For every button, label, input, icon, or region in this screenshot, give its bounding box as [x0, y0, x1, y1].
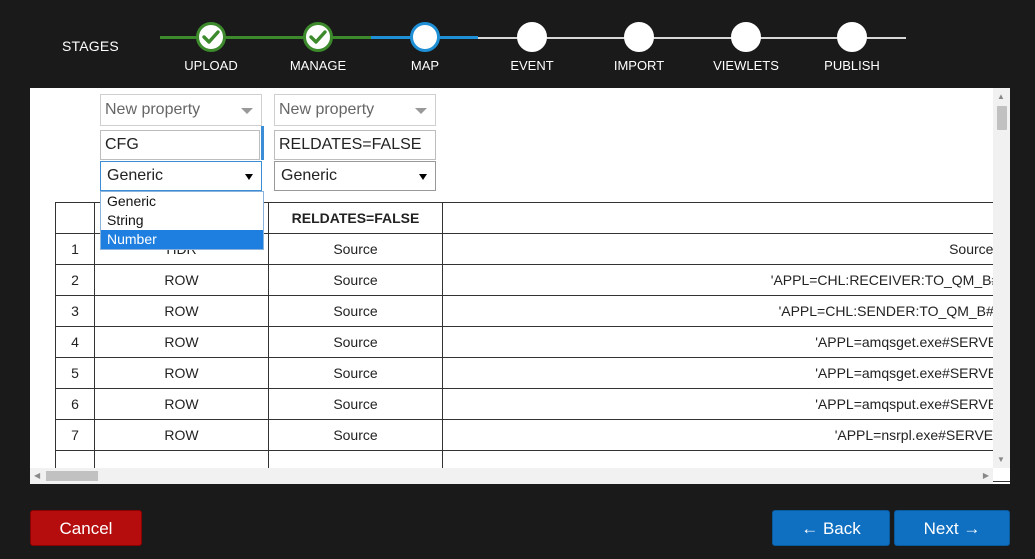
stage-manage[interactable]: MANAGE — [273, 22, 363, 82]
row-kind: ROW — [94, 388, 269, 420]
input-focus-indicator — [261, 126, 264, 160]
type-select-value: Generic — [107, 167, 164, 184]
stage-publish[interactable]: PUBLISH — [807, 22, 897, 82]
row-kind: ROW — [94, 295, 269, 327]
row-kind: ROW — [94, 419, 269, 451]
row-source: Source — [268, 388, 443, 420]
scroll-right-icon[interactable]: ▶ — [983, 471, 989, 480]
header-cell — [442, 202, 1010, 234]
row-number: 2 — [55, 264, 95, 296]
row-fqn: SourceFQN — [442, 233, 1010, 265]
stage-import[interactable]: IMPORT — [594, 22, 684, 82]
row-source: Source — [268, 264, 443, 296]
chevron-down-icon — [415, 108, 427, 114]
row-number: 7 — [55, 419, 95, 451]
check-icon — [196, 22, 226, 52]
property-select-value: New property — [105, 101, 201, 118]
row-kind: ROW — [94, 357, 269, 389]
stage-label: UPLOAD — [184, 58, 238, 73]
stages-title: STAGES — [62, 38, 119, 54]
type-option-string[interactable]: String — [101, 211, 263, 230]
check-icon — [303, 22, 333, 52]
row-kind: ROW — [94, 264, 269, 296]
row-number: 1 — [55, 233, 95, 265]
table-row: 7 ROW Source 'APPL=nsrpl.exe#SERVER=QM_A… — [55, 419, 1010, 451]
row-fqn: 'APPL=amqsget.exe#SERVER=QM_A — [442, 326, 1010, 358]
scrollbar-thumb[interactable] — [997, 106, 1007, 130]
row-kind: ROW — [94, 326, 269, 358]
type-option-generic[interactable]: Generic — [101, 192, 263, 211]
row-fqn: 'APPL=CHL:SENDER:TO_QM_B#SERVER: — [442, 295, 1010, 327]
stage-label: VIEWLETS — [713, 58, 779, 73]
stage-upload[interactable]: UPLOAD — [166, 22, 256, 82]
property-select-col1[interactable]: New property — [100, 94, 262, 126]
next-button[interactable]: Next → — [894, 510, 1010, 546]
scroll-down-icon[interactable]: ▼ — [997, 455, 1005, 464]
row-fqn: 'APPL=CHL:RECEIVER:TO_QM_B#SERVEF — [442, 264, 1010, 296]
scroll-up-icon[interactable]: ▲ — [997, 92, 1005, 101]
row-fqn: 'APPL=amqsput.exe#SERVER=QM_A — [442, 388, 1010, 420]
stage-label: IMPORT — [613, 58, 665, 73]
stage-map[interactable]: MAP — [380, 22, 470, 82]
table-row: 3 ROW Source 'APPL=CHL:SENDER:TO_QM_B#SE… — [55, 295, 1010, 327]
property-name-input-col2[interactable]: RELDATES=FALSE — [274, 130, 436, 160]
mapping-panel: New property CFG Generic New property RE… — [30, 88, 1010, 484]
dropdown-arrow-icon — [419, 174, 427, 180]
scrollbar-thumb[interactable] — [46, 471, 98, 481]
pending-stage-indicator — [837, 22, 867, 52]
dropdown-arrow-icon — [245, 174, 253, 180]
type-select-col1[interactable]: Generic — [100, 161, 262, 191]
row-source: Source — [268, 295, 443, 327]
property-select-value: New property — [279, 101, 375, 118]
row-number: 5 — [55, 357, 95, 389]
property-name-input-col1[interactable]: CFG — [100, 130, 260, 160]
scroll-left-icon[interactable]: ◀ — [34, 471, 40, 480]
row-number: 6 — [55, 388, 95, 420]
type-select-value: Generic — [281, 167, 338, 184]
horizontal-scrollbar[interactable]: ◀ ▶ — [30, 468, 993, 484]
type-dropdown-list[interactable]: Generic String Number — [100, 191, 264, 250]
stage-viewlets[interactable]: VIEWLETS — [701, 22, 791, 82]
row-source: Source — [268, 357, 443, 389]
header-cell[interactable]: RELDATES=FALSE — [268, 202, 443, 234]
property-select-col2[interactable]: New property — [274, 94, 436, 126]
stage-label: MANAGE — [289, 58, 347, 73]
stage-label: PUBLISH — [824, 58, 880, 73]
table-row: 2 ROW Source 'APPL=CHL:RECEIVER:TO_QM_B#… — [55, 264, 1010, 296]
row-fqn: 'APPL=amqsget.exe#SERVER=QM_E — [442, 357, 1010, 389]
stage-label: MAP — [410, 58, 440, 73]
row-number: 3 — [55, 295, 95, 327]
stage-label: EVENT — [510, 58, 554, 73]
cancel-button[interactable]: Cancel — [30, 510, 142, 546]
table-row: 5 ROW Source 'APPL=amqsget.exe#SERVER=QM… — [55, 357, 1010, 389]
row-source: Source — [268, 326, 443, 358]
row-source: Source — [268, 419, 443, 451]
table-row: 4 ROW Source 'APPL=amqsget.exe#SERVER=QM… — [55, 326, 1010, 358]
row-source: Source — [268, 233, 443, 265]
pending-stage-indicator — [517, 22, 547, 52]
pending-stage-indicator — [624, 22, 654, 52]
stage-event[interactable]: EVENT — [487, 22, 577, 82]
vertical-scrollbar[interactable]: ▲ ▼ — [993, 88, 1010, 468]
row-number: 4 — [55, 326, 95, 358]
row-fqn: 'APPL=nsrpl.exe#SERVER=QM_A: — [442, 419, 1010, 451]
type-select-col2[interactable]: Generic — [274, 161, 436, 191]
header-cell — [55, 202, 95, 234]
current-stage-indicator — [410, 22, 440, 52]
back-button[interactable]: ← Back — [772, 510, 890, 546]
pending-stage-indicator — [731, 22, 761, 52]
table-row: 6 ROW Source 'APPL=amqsput.exe#SERVER=QM… — [55, 388, 1010, 420]
type-option-number[interactable]: Number — [101, 230, 263, 249]
chevron-down-icon — [241, 108, 253, 114]
